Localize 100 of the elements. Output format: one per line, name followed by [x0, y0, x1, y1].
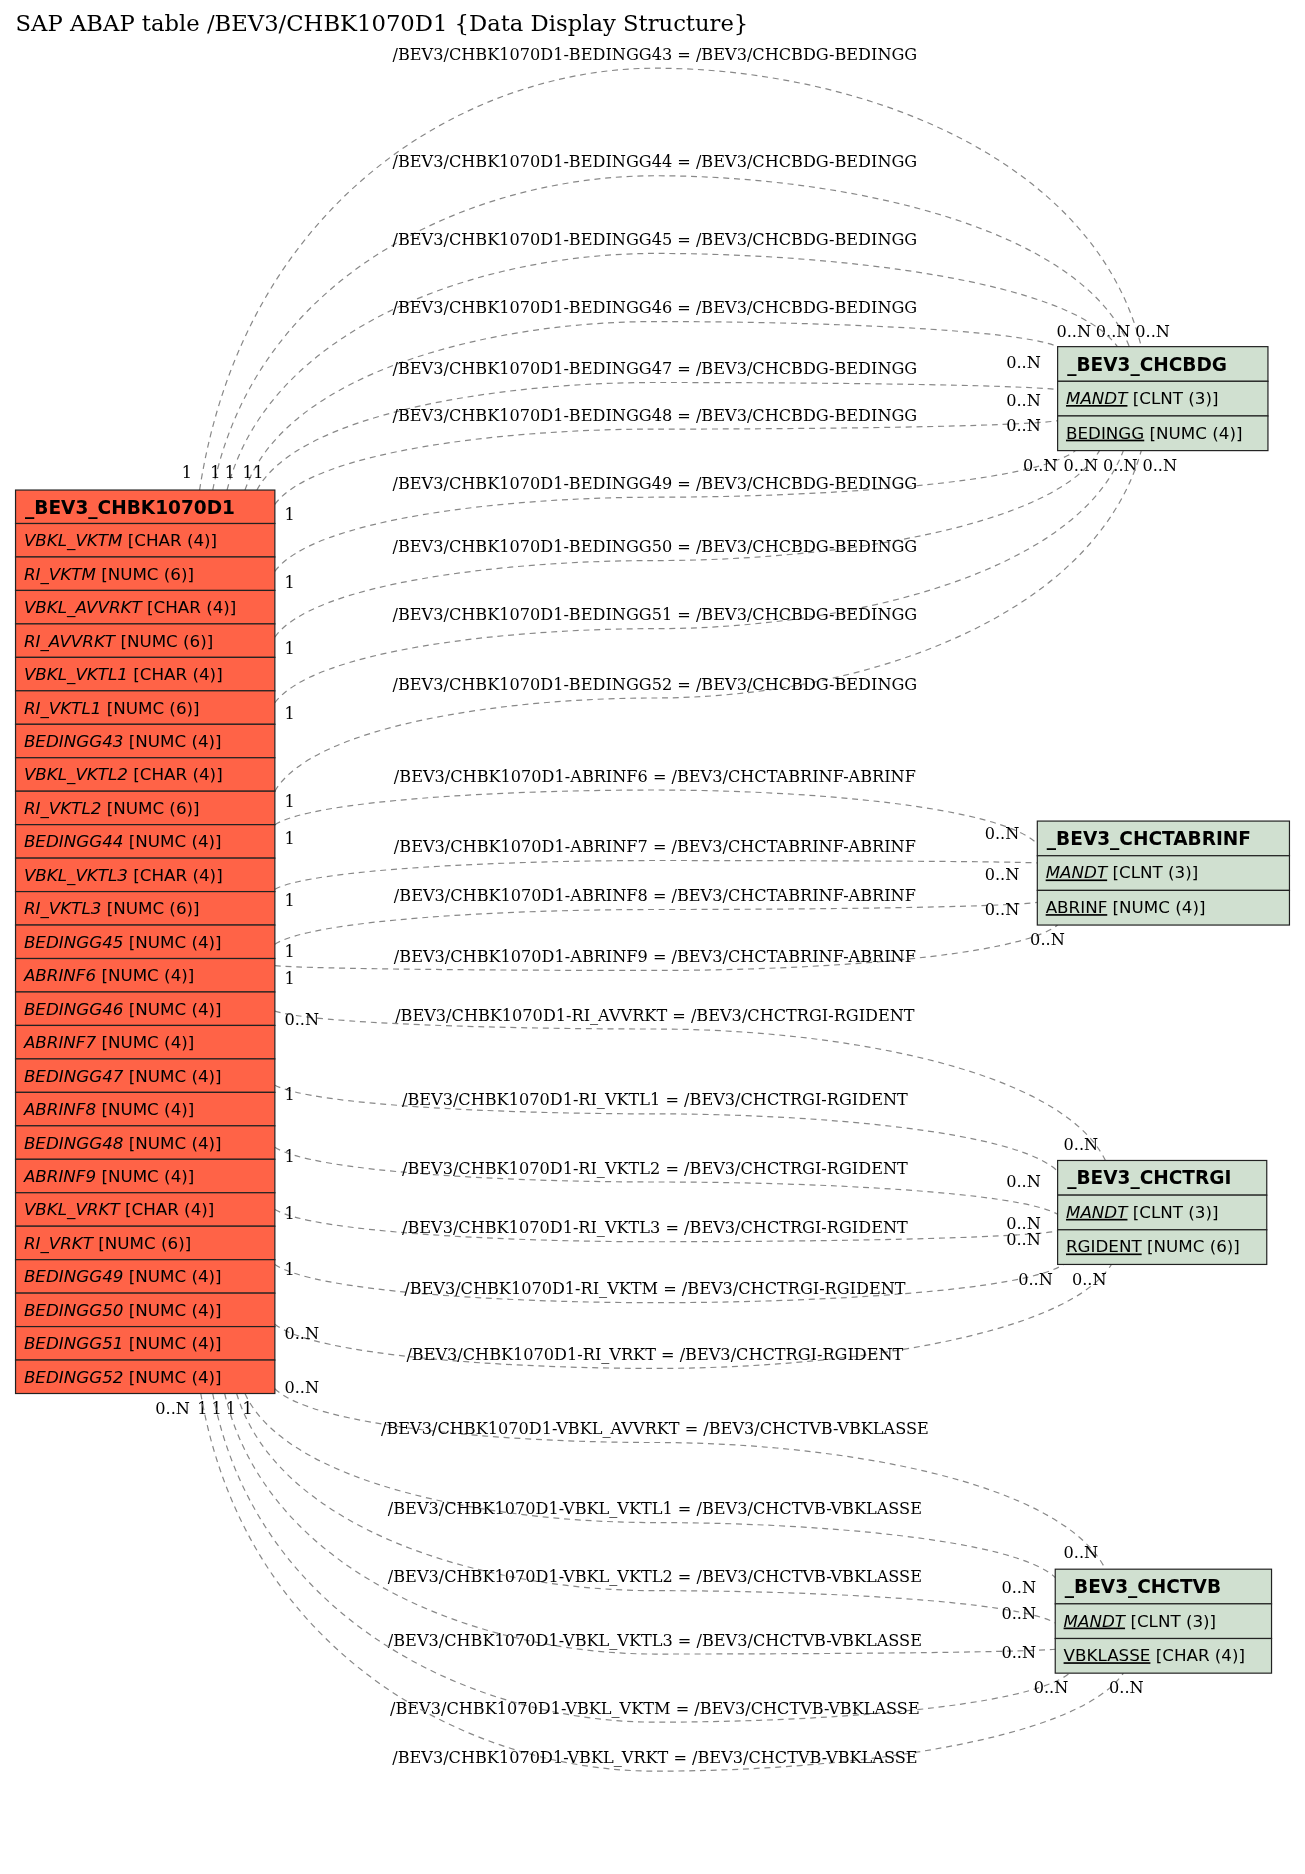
- table-field-row: BEDINGG [NUMC (4)]: [1057, 415, 1269, 452]
- table-header: _BEV3_CHCBDG: [1057, 346, 1269, 382]
- table-field-row: BEDINGG44 [NUMC (4)]: [14, 824, 276, 859]
- table-field-row: RI_AVVRKT [NUMC (6)]: [14, 623, 276, 658]
- table-field-row: BEDINGG48 [NUMC (4)]: [14, 1125, 276, 1160]
- cardinality-label: 0..N: [1095, 322, 1131, 342]
- cardinality-label: 0..N: [1022, 455, 1058, 475]
- cardinality-label: 0..N: [1006, 1230, 1041, 1250]
- table-field-row: BEDINGG46 [NUMC (4)]: [14, 991, 276, 1027]
- cardinality-label: 1: [253, 463, 264, 483]
- cardinality-label: 1: [284, 791, 295, 811]
- cardinality-label: 1: [284, 638, 295, 658]
- relation-label: /BEV3/CHBK1070D1-RI_VKTL3 = /BEV3/CHCTRGI-RGIDENT: [402, 1218, 908, 1238]
- table-header: _BEV3_CHBK1070D1: [14, 489, 276, 525]
- cardinality-label: 1: [284, 828, 295, 848]
- table-field-row: ABRINF [NUMC (4)]: [1036, 889, 1291, 926]
- cardinality-label: 0..N: [1063, 1543, 1099, 1563]
- table-field-row: MANDT [CLNT (3)]: [1054, 1603, 1273, 1640]
- cardinality-label: 0..N: [284, 1323, 320, 1343]
- table-header: _BEV3_CHCTVB: [1054, 1568, 1273, 1605]
- cardinality-label: 1: [284, 573, 295, 593]
- relation-label: /BEV3/CHBK1070D1-ABRINF8 = /BEV3/CHCTABRINF-ABRINF: [393, 886, 916, 906]
- cardinality-label: 0..N: [1071, 1269, 1107, 1289]
- relation-label: /BEV3/CHBK1070D1-RI_VKTL1 = /BEV3/CHCTRGI-RGIDENT: [402, 1090, 908, 1110]
- relation-label: /BEV3/CHBK1070D1-VBKL_VRKT = /BEV3/CHCTVB-VBKLASSE: [392, 1747, 918, 1767]
- relation-label: /BEV3/CHBK1070D1-BEDINGG46 = /BEV3/CHCBDG-BEDINGG: [392, 298, 918, 318]
- table-field-row: RGIDENT [NUMC (6)]: [1057, 1229, 1268, 1266]
- relation-label: /BEV3/CHBK1070D1-BEDINGG43 = /BEV3/CHCBDG-BEDINGG: [392, 44, 918, 64]
- cardinality-label: 1: [284, 704, 295, 724]
- relation-label: /BEV3/CHBK1070D1-ABRINF6 = /BEV3/CHCTABRINF-ABRINF: [393, 766, 916, 786]
- cardinality-label: 0..N: [155, 1398, 190, 1418]
- table-field-row: VBKL_VKTL3 [CHAR (4)]: [14, 857, 276, 893]
- table-field-row: BEDINGG52 [NUMC (4)]: [14, 1359, 276, 1395]
- table-field-row: RI_VKTL3 [NUMC (6)]: [14, 891, 276, 926]
- relation-label: /BEV3/CHBK1070D1-RI_AVVRKT = /BEV3/CHCTRGI-RGIDENT: [395, 1005, 915, 1025]
- relation-label: /BEV3/CHBK1070D1-BEDINGG45 = /BEV3/CHCBDG-BEDINGG: [392, 230, 918, 250]
- cardinality-label: 1: [284, 1204, 295, 1224]
- cardinality-label: 0..N: [1109, 1678, 1144, 1698]
- cardinality-label: 0..N: [984, 864, 1020, 884]
- diagram-title: SAP ABAP table /BEV3/CHBK1070D1 {Data Display Structure}: [15, 10, 749, 37]
- table-field-row: BEDINGG45 [NUMC (4)]: [14, 924, 276, 960]
- cardinality-label: 0..N: [1018, 1269, 1053, 1289]
- table-field-row: BEDINGG43 [NUMC (4)]: [14, 723, 276, 759]
- cardinality-label: 1: [284, 890, 295, 910]
- relation-label: /BEV3/CHBK1070D1-BEDINGG52 = /BEV3/CHCBDG-BEDINGG: [392, 674, 918, 694]
- table-field-row: VBKL_AVVRKT [CHAR (4)]: [14, 589, 276, 625]
- table-field-row: RI_VKTM [NUMC (6)]: [14, 556, 276, 592]
- cardinality-label: 0..N: [1001, 1604, 1037, 1624]
- table-field-row: RI_VKTL1 [NUMC (6)]: [14, 690, 276, 725]
- relation-label: /BEV3/CHBK1070D1-VBKL_VKTL1 = /BEV3/CHCTVB-VBKLASSE: [387, 1499, 922, 1519]
- cardinality-label: 0..N: [1142, 455, 1178, 475]
- cardinality-label: 1: [284, 504, 295, 524]
- cardinality-label: 1: [284, 968, 295, 988]
- table-field-row: BEDINGG47 [NUMC (4)]: [14, 1058, 276, 1093]
- relation-label: /BEV3/CHBK1070D1-BEDINGG47 = /BEV3/CHCBDG-BEDINGG: [392, 359, 918, 379]
- relation-label: /BEV3/CHBK1070D1-RI_VKTL2 = /BEV3/CHCTRGI-RGIDENT: [402, 1158, 908, 1178]
- cardinality-label: 0..N: [284, 1378, 320, 1398]
- cardinality-label: 1: [284, 1260, 295, 1280]
- table-field-row: BEDINGG50 [NUMC (4)]: [14, 1292, 276, 1328]
- cardinality-label: 0..N: [1006, 391, 1041, 411]
- table-header: _BEV3_CHCTABRINF: [1036, 820, 1291, 857]
- relation-label: /BEV3/CHBK1070D1-BEDINGG48 = /BEV3/CHCBDG-BEDINGG: [392, 405, 918, 425]
- table-field-row: MANDT [CLNT (3)]: [1057, 1194, 1268, 1231]
- cardinality-label: 1: [242, 1398, 253, 1418]
- table-field-row: VBKL_VKTL2 [CHAR (4)]: [14, 757, 276, 792]
- cardinality-label: 1: [224, 463, 235, 483]
- cardinality-label: 0..N: [1006, 353, 1041, 373]
- cardinality-label: 0..N: [1063, 1134, 1099, 1154]
- cardinality-label: 0..N: [1006, 416, 1041, 436]
- relation-label: /BEV3/CHBK1070D1-VBKL_AVVRKT = /BEV3/CHCTVB-VBKLASSE: [381, 1419, 929, 1439]
- relation-label: /BEV3/CHBK1070D1-VBKL_VKTL2 = /BEV3/CHCTVB-VBKLASSE: [387, 1567, 922, 1587]
- cardinality-label: 0..N: [1135, 322, 1170, 342]
- cardinality-label: 0..N: [1006, 1213, 1041, 1233]
- table-field-row: MANDT [CLNT (3)]: [1036, 855, 1291, 891]
- cardinality-label: 0..N: [1056, 322, 1092, 342]
- relation-label: /BEV3/CHBK1070D1-BEDINGG49 = /BEV3/CHCBDG-BEDINGG: [392, 473, 918, 493]
- table-field-row: BEDINGG51 [NUMC (4)]: [14, 1326, 276, 1361]
- relation-label: /BEV3/CHBK1070D1-ABRINF9 = /BEV3/CHCTABRINF-ABRINF: [393, 947, 916, 967]
- cardinality-label: 1: [284, 1146, 295, 1166]
- table-field-row: RI_VKTL2 [NUMC (6)]: [14, 790, 276, 826]
- relation-label: /BEV3/CHBK1070D1-RI_VRKT = /BEV3/CHCTRGI-RGIDENT: [406, 1345, 904, 1365]
- relation-label: /BEV3/CHBK1070D1-VBKL_VKTL3 = /BEV3/CHCTVB-VBKLASSE: [387, 1630, 922, 1650]
- cardinality-label: 1: [225, 1398, 237, 1418]
- cardinality-label: 0..N: [1006, 1171, 1041, 1191]
- table-field-row: RI_VRKT [NUMC (6)]: [14, 1225, 276, 1261]
- relation-label: /BEV3/CHBK1070D1-RI_VKTM = /BEV3/CHCTRGI-RGIDENT: [404, 1279, 906, 1299]
- cardinality-label: 1: [197, 1398, 208, 1418]
- cardinality-label: 1: [211, 1398, 222, 1418]
- table-field-row: MANDT [CLNT (3)]: [1057, 380, 1269, 417]
- cardinality-label: 1: [284, 1084, 295, 1104]
- relation-label: /BEV3/CHBK1070D1-BEDINGG51 = /BEV3/CHCBDG-BEDINGG: [392, 605, 918, 625]
- cardinality-label: 1: [181, 463, 192, 483]
- table-field-row: VBKL_VRKT [CHAR (4)]: [14, 1192, 276, 1227]
- cardinality-label: 0..N: [984, 900, 1020, 920]
- cardinality-label: 1: [242, 463, 253, 483]
- cardinality-label: 0..N: [1103, 455, 1138, 475]
- cardinality-label: 0..N: [984, 824, 1020, 843]
- table-header: _BEV3_CHCTRGI: [1057, 1159, 1268, 1196]
- relation-label: /BEV3/CHBK1070D1-ABRINF7 = /BEV3/CHCTABRINF-ABRINF: [393, 837, 916, 857]
- table-field-row: VBKL_VKTM [CHAR (4)]: [14, 522, 276, 558]
